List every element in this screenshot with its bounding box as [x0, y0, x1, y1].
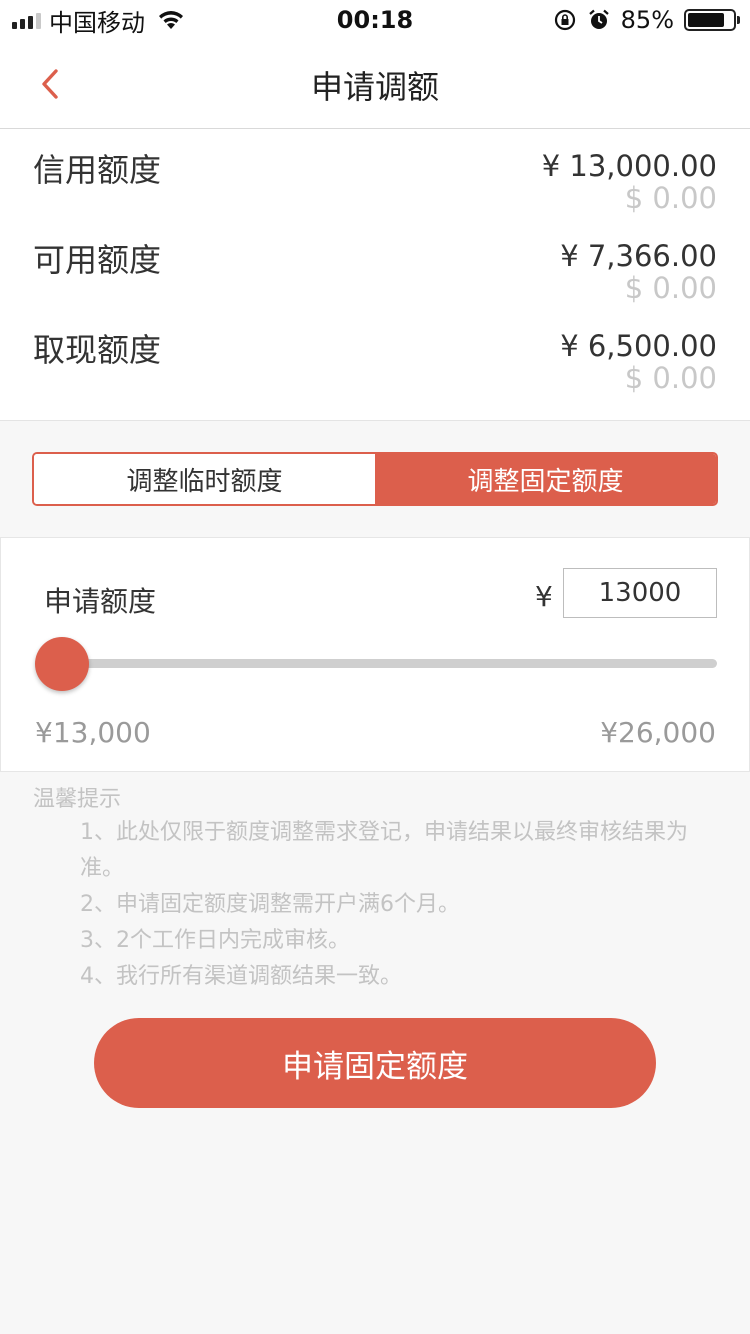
battery-percent: 85% — [620, 6, 674, 34]
limit-label: 信用额度 — [33, 151, 162, 189]
limit-usd-value: $ 0.00 — [624, 271, 717, 305]
limit-cny-value: ¥ 7,366.00 — [560, 239, 717, 273]
limit-row-cash: 取现额度 ¥ 6,500.00 $ 0.00 — [0, 309, 750, 399]
limit-cny-value: ¥ 13,000.00 — [541, 149, 717, 183]
status-bar: 中国移动 00:18 85% — [0, 0, 750, 40]
tab-temporary-limit[interactable]: 调整临时额度 — [34, 454, 375, 504]
submit-button[interactable]: 申请固定额度 — [94, 1018, 656, 1108]
status-right: 85% — [553, 6, 740, 34]
tip-item: 3、2个工作日内完成审核。 — [80, 928, 350, 953]
tip-item: 1、此处仅限于额度调整需求登记，申请结果以最终审核结果为准。 — [80, 820, 688, 881]
amount-slider-track[interactable] — [59, 659, 717, 668]
nav-bar: 申请调额 — [0, 40, 750, 129]
tips-section: 温馨提示 1、此处仅限于额度调整需求登记，申请结果以最终审核结果为准。 2、申请… — [33, 785, 723, 995]
limit-row-available: 可用额度 ¥ 7,366.00 $ 0.00 — [0, 219, 750, 309]
orientation-lock-icon — [554, 9, 575, 31]
limit-usd-value: $ 0.00 — [624, 181, 717, 215]
limit-label: 可用额度 — [33, 241, 162, 279]
range-max-label: ¥26,000 — [600, 716, 716, 749]
apply-amount-label: 申请额度 — [44, 585, 157, 618]
alarm-icon — [588, 9, 609, 29]
range-min-label: ¥13,000 — [35, 716, 151, 749]
tip-item: 2、申请固定额度调整需开户满6个月。 — [80, 892, 460, 917]
apply-card: 申请额度 ¥ ¥13,000 ¥26,000 — [0, 537, 750, 772]
limit-usd-value: $ 0.00 — [624, 361, 717, 395]
battery-icon — [684, 9, 740, 31]
limit-row-credit: 信用额度 ¥ 13,000.00 $ 0.00 — [0, 129, 750, 219]
page-title: 申请调额 — [310, 68, 439, 106]
currency-symbol: ¥ — [535, 580, 553, 613]
tab-fixed-limit[interactable]: 调整固定额度 — [375, 454, 716, 504]
limit-label: 取现额度 — [33, 331, 162, 369]
tip-item: 4、我行所有渠道调额结果一致。 — [80, 964, 402, 989]
amount-slider-thumb[interactable] — [35, 637, 89, 691]
adjust-type-tabs: 调整临时额度 调整固定额度 — [32, 452, 718, 506]
amount-input[interactable] — [563, 568, 717, 618]
tips-title: 温馨提示 — [33, 787, 122, 812]
limit-cny-value: ¥ 6,500.00 — [560, 329, 717, 363]
limits-panel: 信用额度 ¥ 13,000.00 $ 0.00 可用额度 ¥ 7,366.00 … — [0, 129, 750, 421]
